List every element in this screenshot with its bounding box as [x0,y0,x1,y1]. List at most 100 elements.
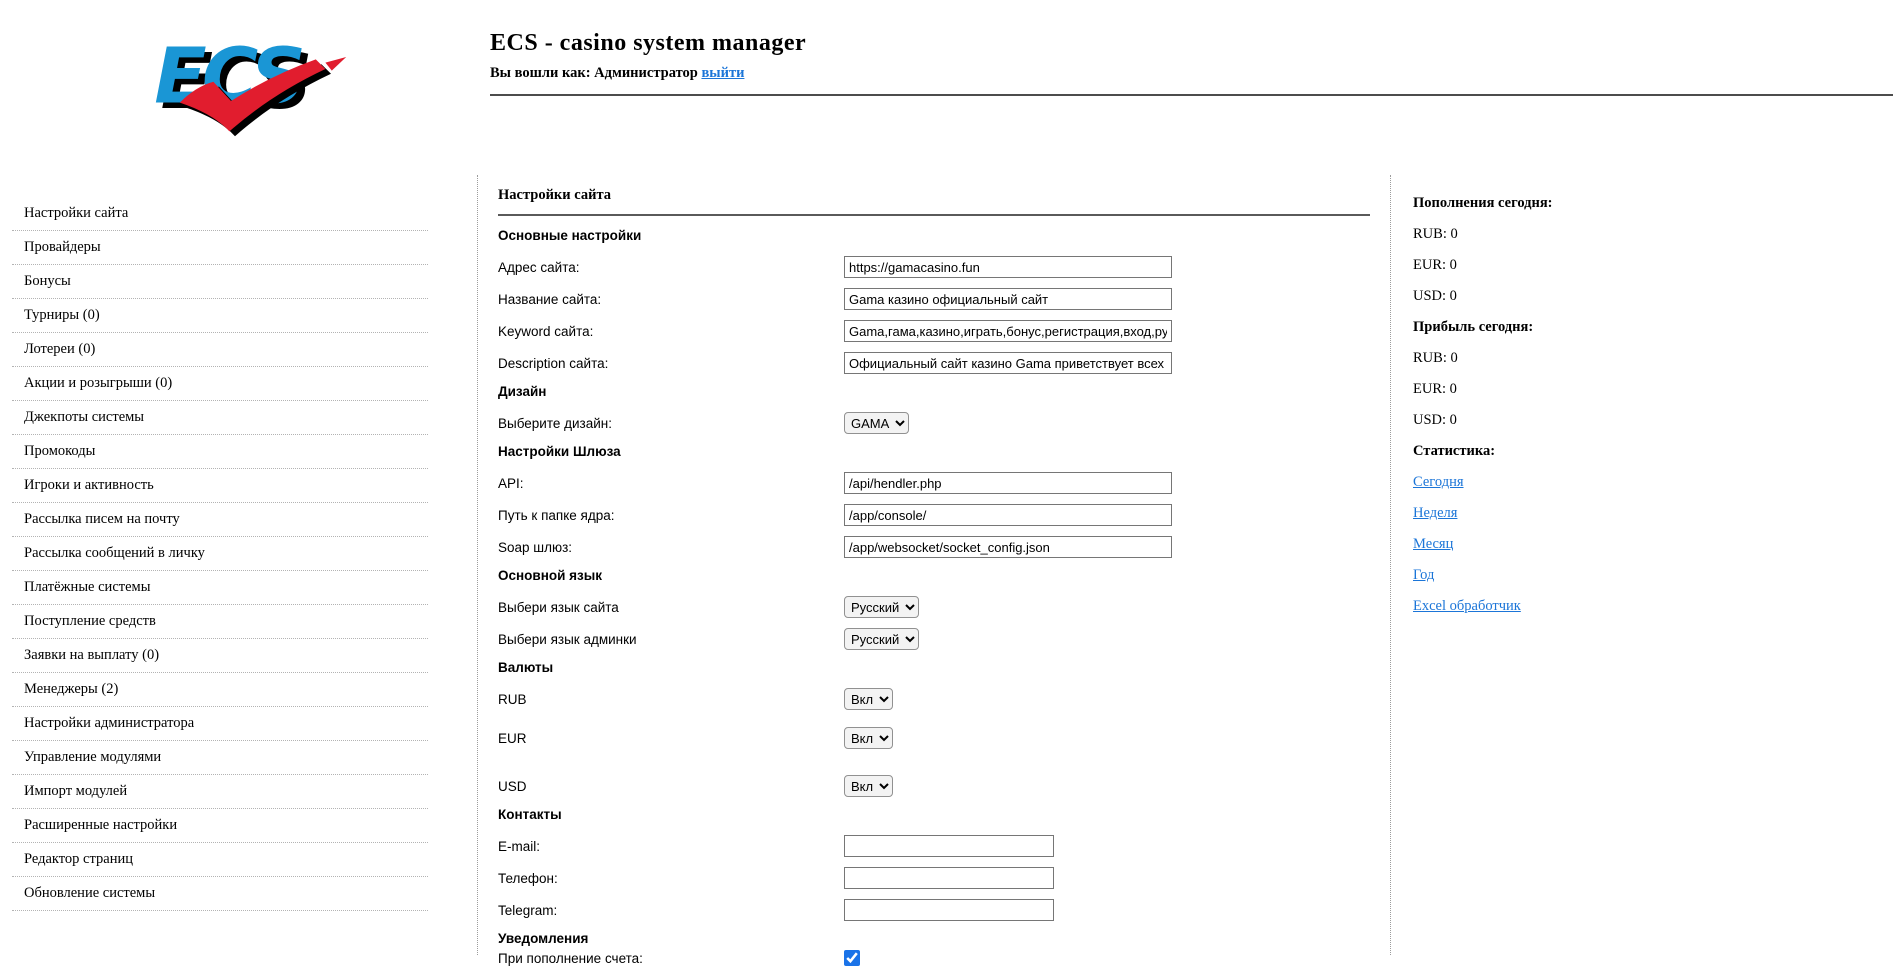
form-row: USD Вкл [498,775,1370,797]
site-settings-panel: Настройки сайта Основные настройки Адрес… [477,175,1390,955]
design-select[interactable]: GAMA [844,412,909,434]
core-path-input[interactable] [844,504,1172,526]
form-row: При пополнение счета: [498,947,1370,969]
form-row: E-mail: [498,835,1370,857]
login-status-text: Вы вошли как: Администратор [490,65,698,81]
site-name-label: Название сайта: [498,292,844,307]
form-row: Выберите дизайн: GAMA [498,412,1370,434]
sidebar-item-promocodes[interactable]: Промокоды [12,435,428,469]
rub-select[interactable]: Вкл [844,688,893,710]
site-url-label: Адрес сайта: [498,260,844,275]
sidebar-item-pm-mailing[interactable]: Рассылка сообщений в личку [12,537,428,571]
eur-select[interactable]: Вкл [844,727,893,749]
panel-title: Настройки сайта [498,187,1370,204]
site-language-label: Выбери язык сайта [498,600,844,615]
soap-gateway-input[interactable] [844,536,1172,558]
sidebar-item-providers[interactable]: Провайдеры [12,231,428,265]
api-label: API: [498,476,844,491]
form-row: Выбери язык админки Русский [498,628,1370,650]
sidebar-menu: Настройки сайта Провайдеры Бонусы Турнир… [12,197,428,911]
sidebar-item-lotteries[interactable]: Лотереи (0) [12,333,428,367]
telegram-label: Telegram: [498,903,844,918]
header: ECS ECS ECS - casino system manager Вы в… [0,0,1903,175]
design-select-label: Выберите дизайн: [498,416,844,431]
section-gateway: Настройки Шлюза [498,444,1370,460]
sidebar-item-advanced-settings[interactable]: Расширенные настройки [12,809,428,843]
soap-gateway-label: Soap шлюз: [498,540,844,555]
stats-panel: Пополнения сегодня: RUB: 0 EUR: 0 USD: 0… [1390,175,1903,955]
sidebar-item-jackpots[interactable]: Джекпоты системы [12,401,428,435]
stats-link-excel-handler[interactable]: Excel обработчик [1413,598,1521,614]
site-language-select[interactable]: Русский [844,596,919,618]
form-row: Путь к папке ядра: [498,504,1370,526]
stats-link-month[interactable]: Месяц [1413,536,1453,552]
form-row: Выбери язык сайта Русский [498,596,1370,618]
eur-label: EUR [498,731,844,746]
email-label: E-mail: [498,839,844,854]
site-description-label: Description сайта: [498,356,844,371]
sidebar-item-site-settings[interactable]: Настройки сайта [12,197,428,231]
deposits-eur: EUR: 0 [1413,257,1903,273]
ecs-logo-image: ECS ECS [135,18,347,140]
login-status: Вы вошли как: Администратор выйти [490,65,1893,82]
sidebar-item-module-management[interactable]: Управление модулями [12,741,428,775]
form-row: Keyword сайта: [498,320,1370,342]
form-row: Телефон: [498,867,1370,889]
section-basic-settings: Основные настройки [498,228,1370,244]
site-url-input[interactable] [844,256,1172,278]
panel-divider [498,214,1370,216]
sidebar-item-email-mailing[interactable]: Рассылка писем на почту [12,503,428,537]
site-keywords-label: Keyword сайта: [498,324,844,339]
section-currencies: Валюты [498,660,1370,676]
section-notifications: Уведомления [498,931,1370,947]
admin-language-select[interactable]: Русский [844,628,919,650]
deposits-today-title: Пополнения сегодня: [1413,195,1903,211]
form-row: RUB Вкл [498,688,1370,710]
profit-eur: EUR: 0 [1413,381,1903,397]
section-contacts: Контакты [498,807,1370,823]
profit-today-title: Прибыль сегодня: [1413,319,1903,335]
stats-link-year[interactable]: Год [1413,567,1434,583]
sidebar-item-tournaments[interactable]: Турниры (0) [12,299,428,333]
admin-language-label: Выбери язык админки [498,632,844,647]
telegram-input[interactable] [844,899,1054,921]
api-input[interactable] [844,472,1172,494]
deposits-rub: RUB: 0 [1413,226,1903,242]
stats-link-today[interactable]: Сегодня [1413,474,1464,490]
form-row: EUR Вкл [498,727,1370,749]
phone-input[interactable] [844,867,1054,889]
form-row: Description сайта: [498,352,1370,374]
sidebar-item-promotions[interactable]: Акции и розыгрыши (0) [12,367,428,401]
sidebar-item-players-activity[interactable]: Игроки и активность [12,469,428,503]
site-name-input[interactable] [844,288,1172,310]
deposit-notify-label: При пополнение счета: [498,951,844,966]
logout-link[interactable]: выйти [701,65,744,81]
section-language: Основной язык [498,568,1370,584]
deposit-notify-checkbox[interactable] [844,950,860,966]
header-divider [490,94,1893,96]
site-description-input[interactable] [844,352,1172,374]
form-row: Soap шлюз: [498,536,1370,558]
sidebar-item-bonuses[interactable]: Бонусы [12,265,428,299]
form-row: Telegram: [498,899,1370,921]
sidebar-item-page-editor[interactable]: Редактор страниц [12,843,428,877]
deposits-usd: USD: 0 [1413,288,1903,304]
email-input[interactable] [844,835,1054,857]
sidebar-item-managers[interactable]: Менеджеры (2) [12,673,428,707]
site-keywords-input[interactable] [844,320,1172,342]
profit-rub: RUB: 0 [1413,350,1903,366]
sidebar-item-payment-systems[interactable]: Платёжные системы [12,571,428,605]
ecs-logo: ECS ECS [135,18,347,140]
sidebar-item-payout-requests[interactable]: Заявки на выплату (0) [12,639,428,673]
profit-usd: USD: 0 [1413,412,1903,428]
sidebar-item-incoming-funds[interactable]: Поступление средств [12,605,428,639]
sidebar-item-admin-settings[interactable]: Настройки администратора [12,707,428,741]
sidebar-item-module-import[interactable]: Импорт модулей [12,775,428,809]
sidebar-item-system-update[interactable]: Обновление системы [12,877,428,911]
form-row: Название сайта: [498,288,1370,310]
form-row: Адрес сайта: [498,256,1370,278]
usd-select[interactable]: Вкл [844,775,893,797]
logo-swoosh-tip [325,57,346,71]
page-title: ECS - casino system manager [490,30,1893,57]
stats-link-week[interactable]: Неделя [1413,505,1457,521]
